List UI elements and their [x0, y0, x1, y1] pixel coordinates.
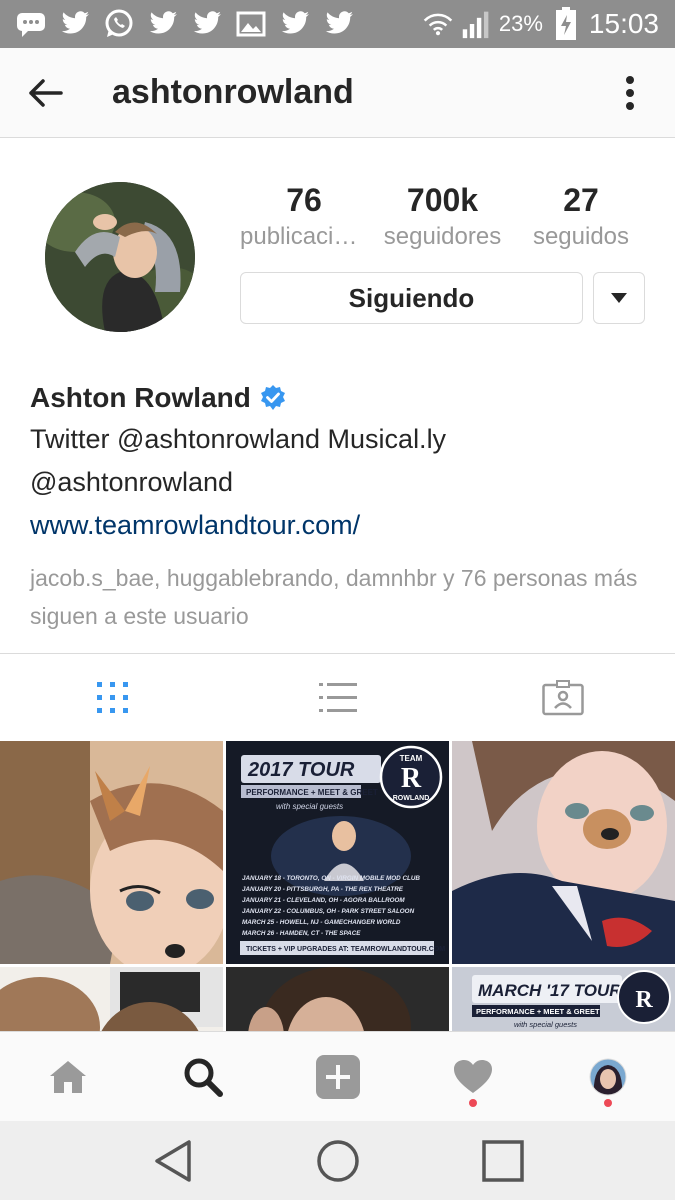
full-name-row: Ashton Rowland — [30, 378, 650, 418]
nav-profile[interactable] — [540, 1032, 675, 1121]
tour-date: JANUARY 21 - CLEVELAND, OH - AGORA BALLR… — [242, 897, 405, 904]
profile-header: 76 publicaciones 700k seguidores 27 segu… — [0, 138, 675, 653]
post-thumbnail[interactable] — [0, 967, 223, 1031]
add-post-icon — [315, 1054, 360, 1099]
stat-label: seguidores — [383, 223, 502, 250]
caret-down-icon — [611, 293, 627, 303]
stat-following[interactable]: 27 seguidos — [517, 180, 645, 254]
tour-subtitle: PERFORMANCE + MEET & GREET — [476, 1007, 600, 1016]
profile-avatar-icon — [589, 1058, 626, 1095]
nav-search[interactable] — [135, 1032, 270, 1121]
home-icon — [49, 1060, 86, 1093]
bio: Ashton Rowland Twitter @ashtonrowland Mu… — [30, 378, 650, 635]
nav-new-post[interactable] — [270, 1032, 405, 1121]
full-name: Ashton Rowland — [30, 382, 251, 413]
twitter-icon — [192, 9, 222, 39]
system-recents-button[interactable] — [463, 1131, 543, 1191]
stat-label: publicaciones — [240, 223, 368, 250]
twitter-icon — [280, 9, 310, 39]
post-thumbnail[interactable] — [0, 741, 223, 964]
tour-date: MARCH 26 - HAMDEN, CT - THE SPACE — [242, 930, 361, 937]
square-recents-icon — [481, 1139, 524, 1182]
arrow-left-icon — [29, 78, 63, 107]
bio-text-line: Twitter @ashtonrowland Musical.ly — [30, 424, 447, 454]
mutual-followers-text[interactable]: jacob.s_bae, huggablebrando, damnhbr y 7… — [30, 559, 650, 635]
tour-date: JANUARY 22 - COLUMBUS, OH - PARK STREET … — [242, 908, 415, 915]
twitter-icon — [324, 9, 354, 39]
tour-guests: with special guests — [276, 802, 343, 811]
signal-icon — [461, 9, 491, 39]
bottom-navigation — [0, 1031, 675, 1121]
notification-icons — [16, 9, 354, 39]
tour-date: JANUARY 20 - PITTSBURGH, PA - THE REX TH… — [242, 886, 404, 893]
tour-guests: with special guests — [514, 1020, 577, 1029]
stat-label: seguidos — [532, 223, 630, 250]
stat-posts[interactable]: 76 publicaciones — [240, 180, 368, 254]
twitter-icon — [148, 9, 178, 39]
badge-letter: R — [635, 987, 653, 1013]
stat-value: 700k — [406, 182, 479, 218]
triangle-back-icon — [154, 1139, 191, 1182]
badge-letter: R — [401, 763, 422, 794]
image-icon — [236, 9, 266, 39]
system-navigation-bar — [0, 1121, 675, 1200]
tour-title: 2017 TOUR — [247, 759, 355, 781]
tab-tagged[interactable] — [450, 654, 675, 741]
back-button[interactable] — [0, 48, 90, 138]
tour-footer: TICKETS + VIP UPGRADES AT: TEAMROWLANDTO… — [246, 946, 445, 953]
bio-text-line: @ashtonrowland — [30, 467, 234, 497]
system-indicators: 23% 15:03 — [423, 7, 659, 40]
clock: 15:03 — [588, 8, 659, 39]
post-thumbnail[interactable] — [452, 741, 675, 964]
post-thumbnail[interactable]: MARCH '17 TOUR PERFORMANCE + MEET & GREE… — [452, 967, 675, 1031]
notification-dot — [603, 1099, 612, 1107]
grid-icon — [96, 681, 128, 713]
status-bar: 23% 15:03 — [0, 0, 675, 48]
list-icon — [318, 682, 357, 712]
avatar[interactable] — [45, 182, 195, 332]
tagged-photos-icon — [541, 679, 584, 715]
wifi-icon — [423, 9, 453, 39]
battery-percent: 23% — [498, 11, 543, 36]
following-button[interactable]: Siguiendo — [240, 272, 583, 324]
tour-title: MARCH '17 TOUR — [478, 981, 622, 1000]
twitter-icon — [60, 9, 90, 39]
page-title: ashtonrowland — [112, 73, 354, 111]
search-icon — [184, 1058, 223, 1097]
stat-followers[interactable]: 700k seguidores — [379, 180, 507, 254]
post-grid: 2017 TOUR PERFORMANCE + MEET & GREET wit… — [0, 741, 675, 1031]
stat-value: 27 — [563, 182, 599, 218]
app-bar: ashtonrowland — [0, 48, 675, 138]
profile-stats: 76 publicaciones 700k seguidores 27 segu… — [240, 180, 645, 254]
heart-icon — [453, 1059, 492, 1093]
tour-date: JANUARY 18 - TORONTO, ON - VIRGIN MOBILE… — [242, 875, 420, 882]
stat-value: 76 — [286, 182, 322, 218]
tab-grid[interactable] — [0, 654, 225, 741]
system-home-button[interactable] — [298, 1131, 378, 1191]
tab-list[interactable] — [225, 654, 450, 741]
suggestions-dropdown-button[interactable] — [593, 272, 645, 324]
circle-home-icon — [316, 1139, 359, 1182]
options-menu-button[interactable] — [585, 48, 675, 138]
badge-top: TEAM — [400, 754, 423, 763]
chat-icon — [16, 9, 46, 39]
tour-date: MARCH 25 - HOWELL, NJ - GAMECHANGER WORL… — [242, 919, 401, 926]
badge-bottom: ROWLAND — [393, 795, 430, 802]
post-thumbnail[interactable]: 2017 TOUR PERFORMANCE + MEET & GREET wit… — [226, 741, 449, 964]
follow-actions: Siguiendo — [240, 272, 645, 324]
tour-subtitle: PERFORMANCE + MEET & GREET — [246, 788, 378, 797]
more-vertical-icon — [626, 75, 634, 110]
post-thumbnail[interactable] — [226, 967, 449, 1031]
whatsapp-icon — [104, 9, 134, 39]
system-back-button[interactable] — [133, 1131, 213, 1191]
notification-dot — [468, 1099, 477, 1107]
battery-charging-icon — [551, 7, 581, 40]
nav-home[interactable] — [0, 1032, 135, 1121]
website-link[interactable]: www.teamrowlandtour.com/ — [30, 504, 650, 547]
verified-badge-icon — [260, 385, 285, 410]
nav-activity[interactable] — [405, 1032, 540, 1121]
profile-view-tabs — [0, 653, 675, 741]
